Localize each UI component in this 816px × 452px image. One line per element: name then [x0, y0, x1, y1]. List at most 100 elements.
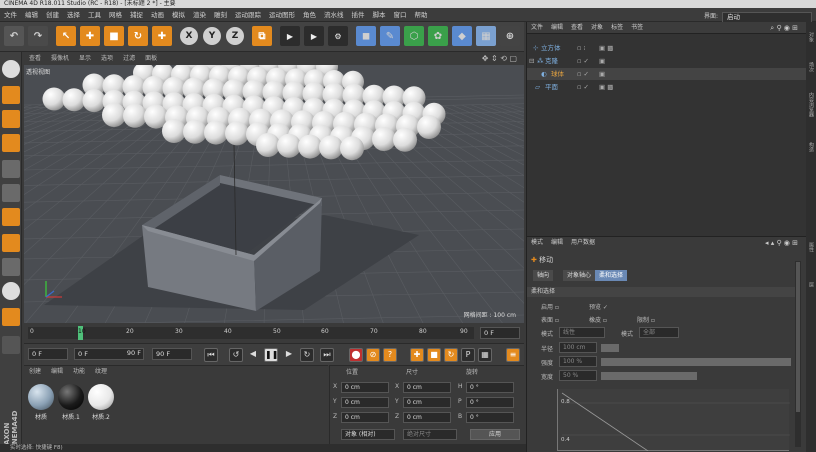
goto-start-icon[interactable]: ⏮ [204, 348, 218, 362]
radius-field[interactable]: 100 cm [559, 342, 597, 353]
material-swatch[interactable] [88, 384, 114, 410]
scale-key-icon[interactable]: ■ [427, 348, 441, 362]
timeline-end-field[interactable]: 0 F [480, 327, 520, 339]
viewport-menu-cameras[interactable]: 摄像机 [46, 52, 74, 65]
menu-character[interactable]: 角色 [299, 8, 320, 22]
menu-motion-tracking[interactable]: 运动跟踪 [231, 8, 265, 22]
material-swatch[interactable] [28, 384, 54, 410]
prev-key-icon[interactable]: ↺ [229, 348, 243, 362]
menu-snap[interactable]: 捕捉 [126, 8, 147, 22]
snap-icon[interactable] [2, 282, 20, 300]
right-tab-layers[interactable]: 层 [807, 282, 815, 287]
object-tag-icon[interactable]: ▣ ▩ [599, 42, 613, 54]
floor-icon[interactable]: ▦ [476, 26, 496, 46]
width-field[interactable]: 50 % [559, 370, 597, 381]
obj-menu-objects[interactable]: 对象 [587, 22, 607, 34]
coord-mode-select[interactable]: 对象 (相对) [341, 429, 395, 440]
redo-icon[interactable]: ↷ [28, 26, 48, 46]
right-tab-objects[interactable]: 对象 [807, 32, 815, 42]
points-mode-icon[interactable] [2, 160, 20, 178]
rubber-checkbox[interactable]: 橡皮 ▫ [589, 315, 607, 324]
pen-spline-icon[interactable]: ✎ [380, 26, 400, 46]
position-y-field[interactable]: 0 cm [341, 397, 389, 408]
cube-primitive-icon[interactable]: ◼ [356, 26, 376, 46]
menu-pipeline[interactable]: 流水线 [320, 8, 348, 22]
goto-end-icon[interactable]: ⏭ [320, 348, 334, 362]
mat-menu-texture[interactable]: 纹理 [90, 366, 112, 377]
mat-menu-edit[interactable]: 编辑 [46, 366, 68, 377]
scale-icon[interactable]: ■ [104, 26, 124, 46]
object-row-cube[interactable]: ⊹ 立方体 ▫ ⁝ ▣ ▩ [527, 42, 807, 54]
move-icon[interactable]: ✚ [80, 26, 100, 46]
model-mode-icon[interactable] [2, 86, 20, 104]
tweak-mode-icon[interactable] [2, 258, 20, 276]
attr-nav-icons[interactable]: ◂ ▴ ⚲ ◉ ⊞ [761, 237, 802, 249]
position-x-field[interactable]: 0 cm [341, 382, 389, 393]
polygons-mode-icon[interactable] [2, 208, 20, 226]
timeline-window-icon[interactable]: ≡ [506, 348, 520, 362]
right-tab-takes[interactable]: 场次 [807, 62, 815, 72]
object-row-cloner[interactable]: ⊟ ⁂ 克隆 ▫ ✓ ▣ [527, 55, 807, 67]
rotate-icon[interactable]: ↻ [128, 26, 148, 46]
timeline[interactable]: 0 10 20 30 40 50 60 70 80 90 0 F [24, 323, 524, 343]
position-key-icon[interactable]: ✚ [410, 348, 424, 362]
object-row-plane[interactable]: ▱ 平面 ▫ ✓ ▣ ▩ [527, 81, 807, 93]
obj-menu-view[interactable]: 查看 [567, 22, 587, 34]
record-keys-icon[interactable]: ⬤ [349, 348, 363, 362]
radius-slider[interactable] [601, 344, 619, 352]
end-frame-field[interactable]: 90 F [152, 348, 192, 360]
z-axis-icon[interactable]: Z [226, 27, 244, 45]
attr-scrollbar[interactable] [795, 261, 801, 447]
width-slider[interactable] [601, 372, 697, 380]
menu-file[interactable]: 文件 [0, 8, 21, 22]
mat-menu-function[interactable]: 功能 [68, 366, 90, 377]
size-mode-select[interactable]: 绝对尺寸 [403, 429, 457, 440]
mat-menu-create[interactable]: 创建 [24, 366, 46, 377]
preview-range-end[interactable]: 90 F [110, 348, 144, 360]
tab-axis[interactable]: 轴向 [533, 270, 554, 281]
recent-tools-icon[interactable]: ✚ [152, 26, 172, 46]
size-x-field[interactable]: 0 cm [403, 382, 451, 393]
autokey-icon[interactable]: ⊘ [366, 348, 380, 362]
rotation-key-icon[interactable]: ↻ [444, 348, 458, 362]
live-select-icon[interactable]: ↖ [56, 26, 76, 46]
viewport-nav-icons[interactable]: ✥ ⇕ ⟲ ▢ [477, 52, 522, 65]
edges-mode-icon[interactable] [2, 184, 20, 202]
position-z-field[interactable]: 0 cm [341, 412, 389, 423]
render-view-icon[interactable]: ▶ [280, 26, 300, 46]
keyframe-selection-icon[interactable]: ? [383, 348, 397, 362]
size-z-field[interactable]: 0 cm [403, 412, 451, 423]
limit-checkbox[interactable]: 限制 ▫ [637, 315, 655, 324]
viewport-menu-options[interactable]: 选项 [96, 52, 118, 65]
obj-menu-bookmarks[interactable]: 书签 [627, 22, 647, 34]
tab-soft-selection[interactable]: 柔和选择 [595, 270, 628, 281]
menu-render[interactable]: 渲染 [189, 8, 210, 22]
object-visibility-icon[interactable]: ▫ ✓ [577, 55, 589, 67]
texture-mode-icon[interactable] [2, 110, 20, 128]
menu-select[interactable]: 选择 [63, 8, 84, 22]
mograph-cloner-icon[interactable]: ✿ [428, 26, 448, 46]
size-y-field[interactable]: 0 cm [403, 397, 451, 408]
right-tab-structure[interactable]: 构造 [807, 142, 815, 152]
attr-menu-mode[interactable]: 模式 [527, 237, 547, 249]
object-tag-icon[interactable]: ▣ ▩ [599, 81, 613, 93]
right-tab-content-browser[interactable]: 内容浏览器 [807, 92, 815, 117]
y-axis-icon[interactable]: Y [203, 27, 221, 45]
viewport-menu-display[interactable]: 显示 [74, 52, 96, 65]
undo-icon[interactable]: ↶ [4, 26, 24, 46]
menu-edit[interactable]: 编辑 [21, 8, 42, 22]
start-frame-field[interactable]: 0 F [28, 348, 68, 360]
menu-mesh[interactable]: 网格 [105, 8, 126, 22]
menu-script[interactable]: 脚本 [369, 8, 390, 22]
menu-plugins[interactable]: 插件 [348, 8, 369, 22]
deformer-icon[interactable]: ◆ [452, 26, 472, 46]
rotation-b-field[interactable]: 0 ° [466, 412, 514, 423]
obj-menu-edit[interactable]: 编辑 [547, 22, 567, 34]
object-visibility-icon[interactable]: ▫ ⁝ [577, 42, 586, 54]
material-swatch[interactable] [58, 384, 84, 410]
menu-window[interactable]: 窗口 [390, 8, 411, 22]
viewport-menu-view[interactable]: 查看 [24, 52, 46, 65]
menu-simulate[interactable]: 模拟 [168, 8, 189, 22]
mode-select[interactable]: 线性 [559, 327, 605, 338]
parameter-key-icon[interactable]: P [461, 348, 475, 362]
